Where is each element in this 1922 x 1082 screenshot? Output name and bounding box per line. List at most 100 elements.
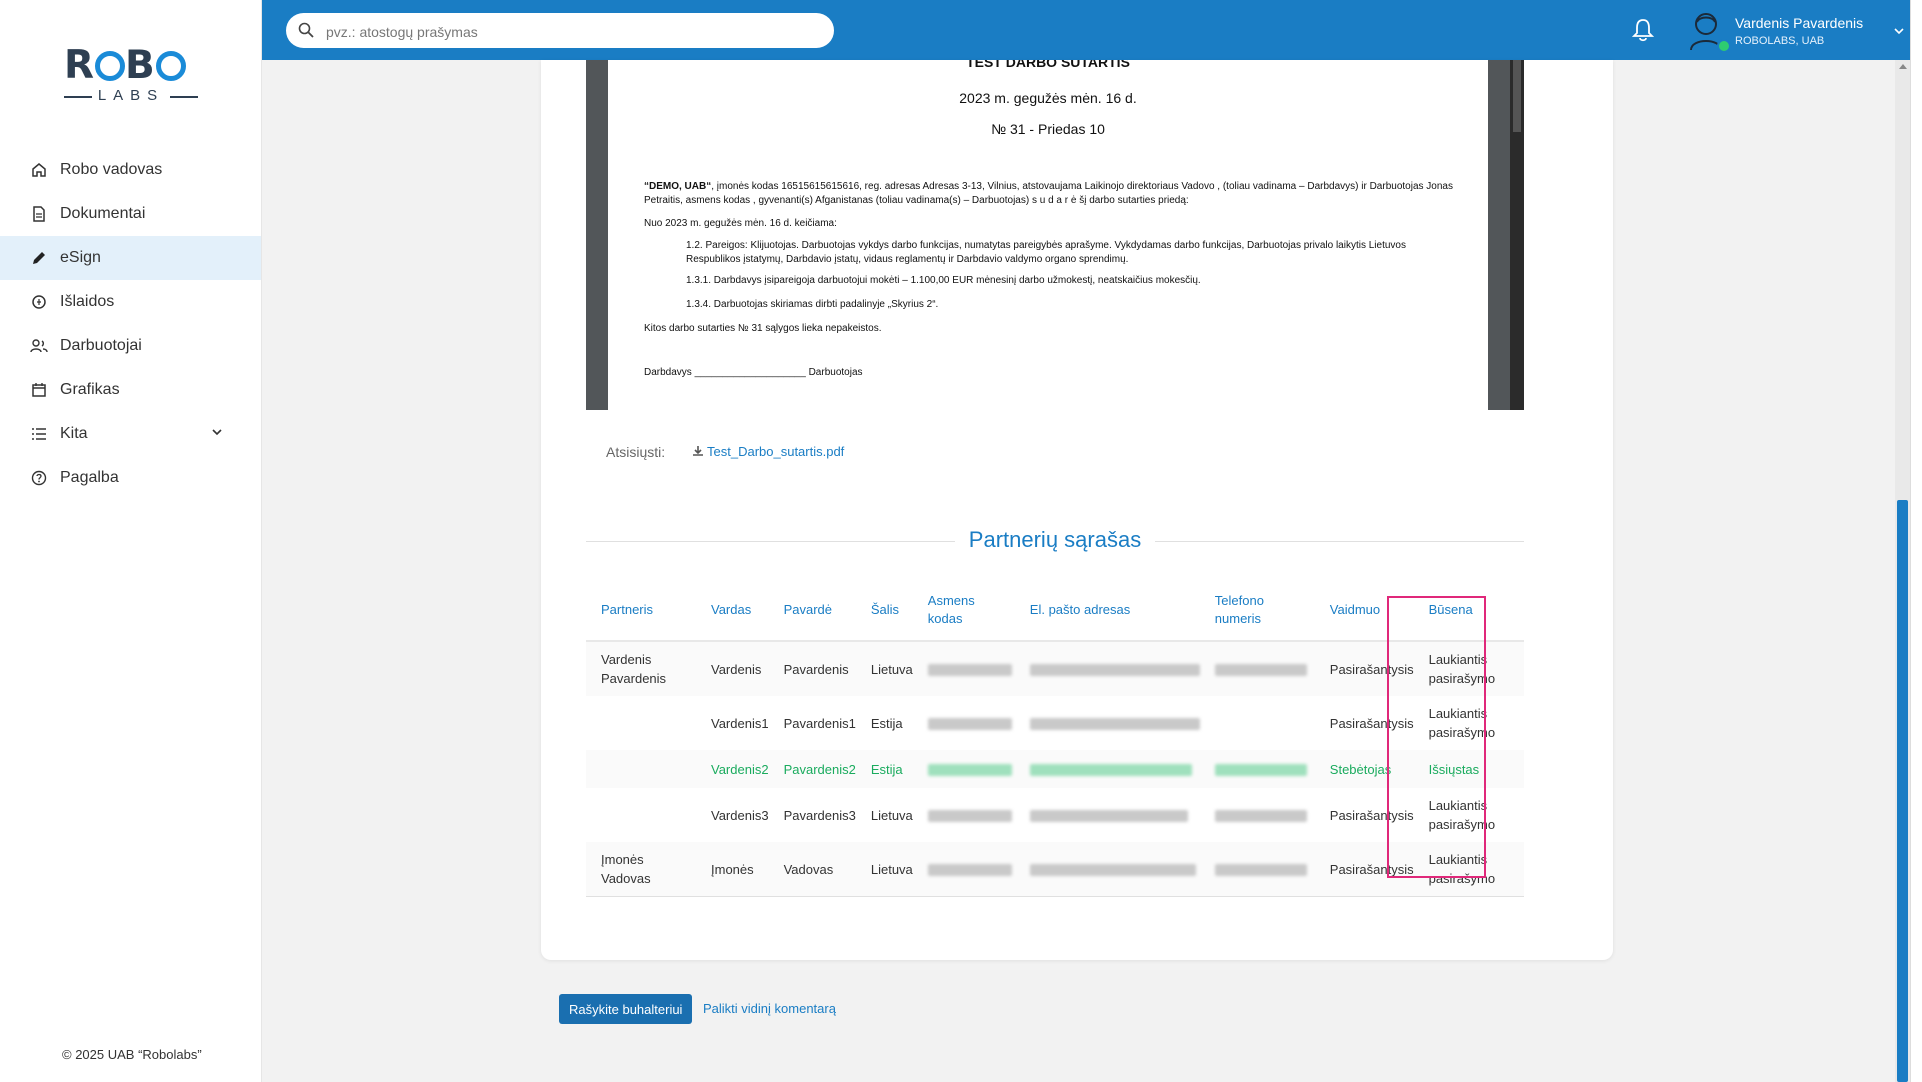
pdf-scrollbar[interactable]	[1510, 60, 1524, 410]
cell-busena-line1: Laukiantis	[1428, 706, 1488, 721]
cell-vardas: Vardenis2	[696, 750, 769, 788]
redacted-value	[927, 718, 1012, 731]
cell-phone	[1199, 641, 1315, 696]
cell-phone	[1199, 750, 1315, 788]
pdf-scroll-thumb[interactable]	[1513, 60, 1521, 132]
sidebar-item-darbuotojai[interactable]: Darbuotojai	[0, 324, 261, 368]
search-box[interactable]	[286, 13, 834, 50]
sidebar-item-label: Dokumentai	[60, 205, 146, 222]
cell-salis: Estija	[870, 715, 903, 731]
pdf-viewer[interactable]: TEST DARBO SUTARTIS 2023 m. gegužės mėn.…	[586, 60, 1524, 410]
cell-email	[1014, 641, 1200, 696]
pen-icon	[30, 249, 48, 267]
search-icon	[298, 22, 314, 43]
search-input[interactable]	[324, 13, 818, 50]
user-company: ROBOLABS, UAB	[1735, 35, 1825, 47]
robolabs-logo[interactable]: RB LABS	[64, 44, 198, 108]
col-salis[interactable]: Šalis	[855, 580, 913, 642]
cell-salis: Estija	[855, 750, 913, 788]
redacted-value	[927, 810, 1012, 823]
cell-pavarde: Pavardenis1	[783, 715, 856, 731]
download-link[interactable]: Test_Darbo_sutartis.pdf	[692, 444, 844, 459]
col-busena[interactable]: Būsena	[1413, 580, 1524, 642]
sidebar-item-label: Išlaidos	[60, 293, 115, 310]
cell-busena: Laukiantis pasirašymo	[1413, 641, 1524, 696]
table-row[interactable]: Įmonės Vadovas Įmonės Vadovas Lietuva Pa…	[586, 842, 1524, 897]
cell-asmens-kodas	[913, 696, 1015, 750]
online-status-dot	[1717, 39, 1731, 53]
download-icon	[693, 446, 703, 456]
table-row[interactable]: Vardenis1 Pavardenis1 Estija Pasirašanty…	[586, 696, 1524, 750]
partners-section-title: Partnerių sąrašas	[586, 527, 1524, 557]
sidebar-nav: Robo vadovas Dokumentai eSign Išlaidos D…	[0, 148, 261, 500]
cell-phone	[1200, 788, 1315, 842]
col-phone[interactable]: Telefono numeris	[1199, 580, 1315, 642]
scroll-up-arrow-icon[interactable]	[1899, 64, 1907, 69]
col-vaidmuo[interactable]: Vaidmuo	[1314, 580, 1414, 642]
table-row[interactable]: Vardenis2 Pavardenis2 Estija Stebėtojas …	[586, 750, 1524, 788]
doc-title: TEST DARBO SUTARTIS	[966, 60, 1130, 70]
cell-busena-line2: pasirašymo	[1428, 817, 1496, 832]
cell-vaidmuo: Pasirašantysis	[1314, 842, 1414, 897]
help-icon	[30, 469, 48, 487]
doc-changed-from: Nuo 2023 m. gegužės mėn. 16 d. keičiama:	[644, 218, 837, 229]
cell-asmens-kodas	[913, 788, 1015, 842]
page-scroll-thumb[interactable]	[1897, 500, 1908, 1082]
doc-clause-1-2: 1.2. Pareigos: Klijuotojas. Darbuotojas …	[686, 240, 1406, 265]
cell-salis: Lietuva	[870, 807, 913, 823]
cell-partneris-line2: Pavardenis	[601, 671, 667, 686]
page-scrollbar[interactable]	[1895, 60, 1910, 1082]
partners-table: Partneris Vardas Pavardė Šalis Asmens kod…	[586, 580, 1524, 897]
sidebar-item-dokumentai[interactable]: Dokumentai	[0, 192, 261, 236]
cell-partneris: Vardenis Pavardenis	[586, 641, 696, 696]
cell-busena-line2: pasirašymo	[1428, 871, 1496, 886]
doc-intro-party: “DEMO, UAB“	[644, 181, 712, 192]
col-asmens-kodas[interactable]: Asmens kodas	[912, 580, 1015, 642]
col-email[interactable]: El. pašto adresas	[1014, 580, 1200, 642]
redacted-value	[927, 864, 1012, 877]
home-icon	[30, 161, 48, 179]
redacted-value	[1029, 810, 1188, 823]
sidebar-item-esign[interactable]: eSign	[0, 236, 261, 280]
redacted-value	[1214, 864, 1307, 877]
cell-asmens-kodas	[912, 750, 1015, 788]
redacted-value	[927, 764, 1012, 777]
cell-email	[1014, 842, 1200, 897]
doc-number: № 31 - Priedas 10	[991, 121, 1105, 137]
internal-comment-link[interactable]: Palikti vidinį komentarą	[703, 1001, 836, 1016]
cell-busena-line1: Laukiantis	[1428, 798, 1488, 813]
table-row[interactable]: Vardenis Pavardenis Vardenis Pavardenis L…	[586, 641, 1524, 696]
cell-pavarde: Pavardenis2	[768, 750, 856, 788]
col-vardas[interactable]: Vardas	[696, 580, 769, 642]
doc-intro: “DEMO, UAB“, įmonės kodas 16515615615616…	[644, 180, 1454, 208]
download-label: Atsisiųsti:	[606, 444, 666, 460]
notifications-bell-icon[interactable]	[1631, 18, 1655, 47]
redacted-value	[1029, 764, 1192, 777]
sidebar-item-label: Kita	[60, 425, 88, 442]
table-header-row: Partneris Vardas Pavardė Šalis Asmens kod…	[586, 580, 1524, 642]
sidebar-item-islaidos[interactable]: Išlaidos	[0, 280, 261, 324]
cell-vardas: Vardenis1	[711, 715, 769, 731]
sidebar-item-label: Robo vadovas	[60, 161, 163, 178]
expenses-icon	[30, 293, 48, 311]
write-to-accountant-button[interactable]: Rašykite buhalteriui	[559, 994, 693, 1024]
user-menu[interactable]: Vardenis Pavardenis ROBOLABS, UAB	[1687, 10, 1917, 53]
redacted-value	[1029, 664, 1200, 677]
redacted-value	[1029, 718, 1200, 731]
chevron-down-icon[interactable]	[211, 425, 223, 443]
col-partneris[interactable]: Partneris	[586, 580, 696, 642]
cell-vardas: Vardenis3	[711, 807, 769, 823]
col-pavarde[interactable]: Pavardė	[768, 580, 856, 642]
cell-vaidmuo: Stebėtojas	[1314, 750, 1414, 788]
chevron-down-icon[interactable]	[1893, 24, 1905, 42]
cell-pavarde: Vadovas	[768, 842, 856, 897]
sidebar-item-kita[interactable]: Kita	[0, 412, 261, 456]
download-filename: Test_Darbo_sutartis.pdf	[707, 444, 845, 459]
cell-busena-line1: Laukiantis	[1428, 852, 1488, 867]
sidebar-item-pagalba[interactable]: Pagalba	[0, 456, 261, 500]
redacted-value	[1214, 764, 1307, 777]
table-row[interactable]: Vardenis3 Pavardenis3 Lietuva Pasirašant…	[586, 788, 1524, 842]
sidebar-item-robo-vadovas[interactable]: Robo vadovas	[0, 148, 261, 192]
sidebar-item-grafikas[interactable]: Grafikas	[0, 368, 261, 412]
logo-wordmark: RB	[64, 44, 186, 88]
